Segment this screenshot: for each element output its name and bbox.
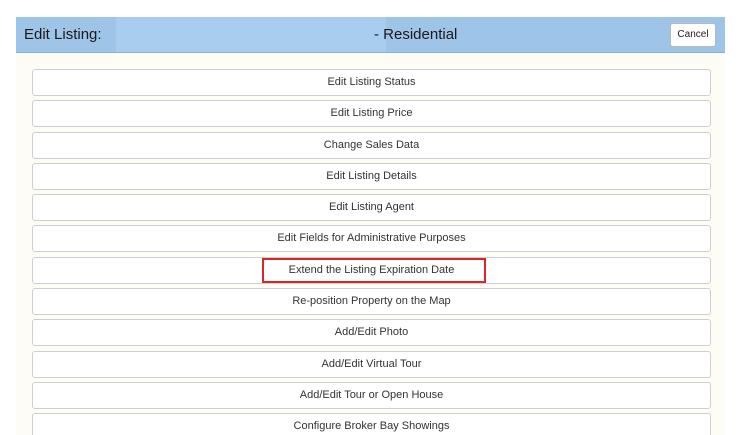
add-edit-photo-button[interactable]: Add/Edit Photo <box>32 319 711 347</box>
reposition-property-map-button[interactable]: Re-position Property on the Map <box>32 288 711 316</box>
edit-listing-details-button[interactable]: Edit Listing Details <box>32 162 711 190</box>
extend-expiration-date-label: Extend the Listing Expiration Date <box>288 263 455 276</box>
edit-options-menu: Edit Listing Status Edit Listing Price C… <box>32 69 711 435</box>
dialog-title: Edit Listing: <box>24 26 102 43</box>
add-edit-open-house-button[interactable]: Add/Edit Tour or Open House <box>32 381 711 409</box>
menu-panel: Edit Listing Status Edit Listing Price C… <box>16 53 725 435</box>
edit-listing-agent-button[interactable]: Edit Listing Agent <box>32 194 711 222</box>
extend-expiration-date-button[interactable]: Extend the Listing Expiration Date <box>32 256 711 284</box>
add-edit-virtual-tour-button[interactable]: Add/Edit Virtual Tour <box>32 350 711 378</box>
change-sales-data-button[interactable]: Change Sales Data <box>32 131 711 159</box>
configure-broker-bay-button[interactable]: Configure Broker Bay Showings <box>32 413 711 435</box>
property-type-label: - Residential <box>374 26 458 43</box>
edit-listing-dialog: Edit Listing: - Residential Cancel Edit … <box>0 0 749 435</box>
edit-listing-price-button[interactable]: Edit Listing Price <box>32 100 711 128</box>
listing-name-field <box>116 17 386 52</box>
cancel-button[interactable]: Cancel <box>670 23 716 47</box>
edit-listing-status-button[interactable]: Edit Listing Status <box>32 69 711 96</box>
dialog-header: Edit Listing: - Residential Cancel <box>16 17 725 53</box>
edit-admin-fields-button[interactable]: Edit Fields for Administrative Purposes <box>32 225 711 253</box>
